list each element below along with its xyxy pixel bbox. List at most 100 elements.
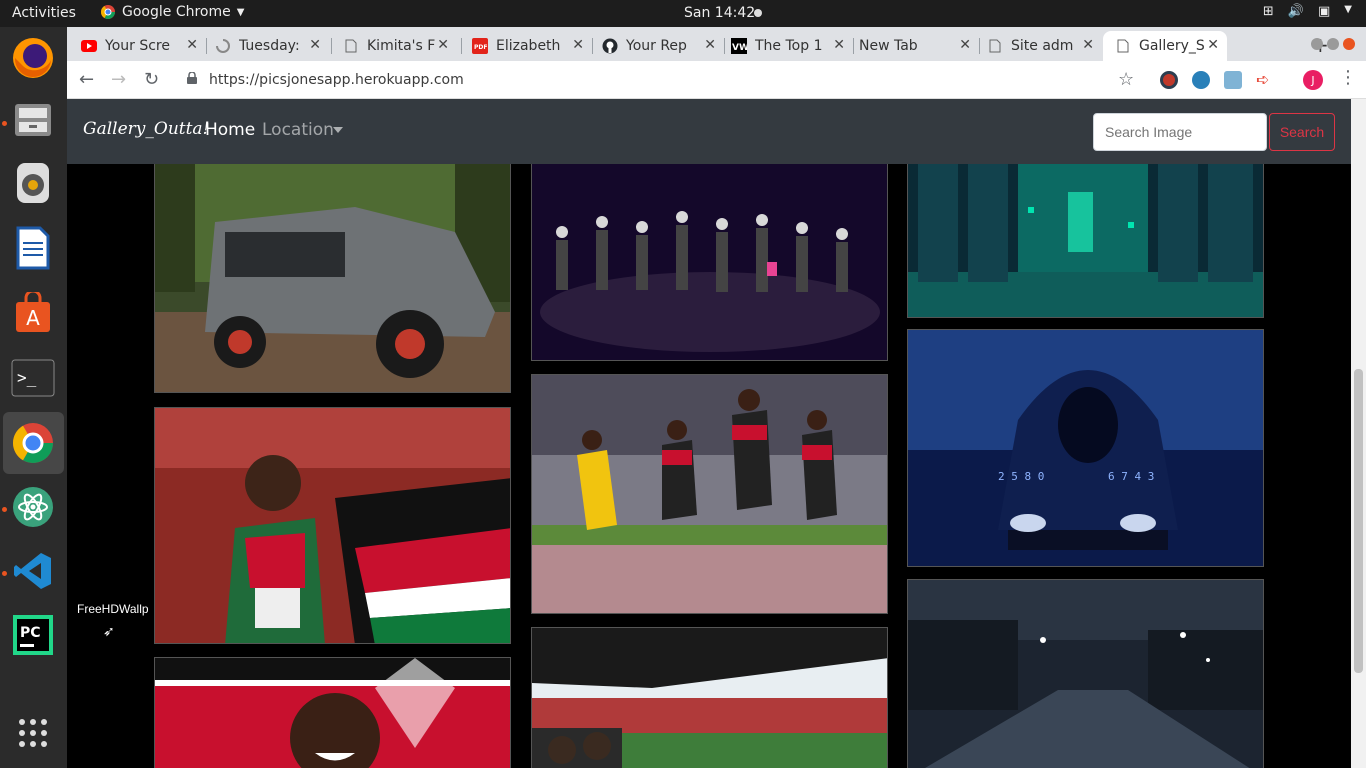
network-icon: ⊞ bbox=[1262, 4, 1274, 19]
clock[interactable]: San 14:42 bbox=[684, 5, 755, 21]
back-icon[interactable]: ← bbox=[79, 69, 94, 90]
address-bar[interactable]: https://picsjonesapp.herokuapp.com bbox=[209, 72, 464, 88]
tab[interactable]: New Tab ✕ bbox=[859, 31, 979, 61]
athlete-flag-photo bbox=[155, 408, 510, 643]
zoom-extension-icon[interactable] bbox=[1192, 71, 1210, 89]
github-icon bbox=[602, 38, 618, 54]
gallery-image-card[interactable] bbox=[154, 657, 511, 768]
page-icon bbox=[1115, 38, 1131, 54]
svg-text:6 7 4 3: 6 7 4 3 bbox=[1108, 470, 1154, 483]
tab-divider bbox=[724, 38, 725, 54]
close-icon[interactable]: ✕ bbox=[833, 37, 845, 53]
battery-icon: ▣ bbox=[1318, 4, 1331, 19]
youtube-icon bbox=[81, 38, 97, 54]
nav-location-dropdown[interactable]: Location bbox=[262, 120, 334, 140]
files-icon[interactable] bbox=[10, 97, 56, 143]
firefox-icon[interactable] bbox=[10, 35, 56, 81]
tab-divider bbox=[853, 38, 854, 54]
close-icon[interactable]: ✕ bbox=[1082, 37, 1094, 53]
tab[interactable]: Your Scre ✕ bbox=[81, 31, 206, 61]
gallery-image-card[interactable]: 2 5 8 0 6 7 4 3 bbox=[907, 329, 1264, 567]
tab-title: Your Rep bbox=[626, 38, 687, 54]
app-menu-label: Google Chrome bbox=[122, 4, 231, 20]
gallery-image-card[interactable] bbox=[907, 579, 1264, 768]
close-icon[interactable]: ✕ bbox=[186, 37, 198, 53]
extension-icon[interactable] bbox=[1160, 71, 1178, 89]
tab[interactable]: Your Rep ✕ bbox=[602, 31, 724, 61]
writer-icon[interactable] bbox=[10, 225, 56, 271]
site-navbar: Gallery_Outta! Home Location Search bbox=[67, 99, 1351, 164]
search-input[interactable] bbox=[1093, 113, 1267, 151]
app-menu[interactable]: Google Chrome ▼ bbox=[100, 4, 244, 20]
gallery-image-card[interactable] bbox=[154, 161, 511, 393]
svg-text:2 5 8 0: 2 5 8 0 bbox=[998, 470, 1044, 483]
tab[interactable]: PDF Elizabeth ✕ bbox=[472, 31, 592, 61]
close-icon[interactable]: ✕ bbox=[309, 37, 321, 53]
system-tray[interactable]: ⊞ 🔊 ▣ ▼ bbox=[1263, 4, 1352, 19]
svg-text:PC: PC bbox=[20, 625, 41, 641]
lock-icon[interactable] bbox=[187, 72, 197, 84]
tab-active[interactable]: Gallery_S ✕ bbox=[1103, 31, 1227, 61]
gallery-image-card[interactable] bbox=[154, 407, 511, 644]
atom-icon[interactable] bbox=[10, 484, 56, 530]
site-brand[interactable]: Gallery_Outta! bbox=[83, 119, 209, 139]
software-center-icon[interactable]: A bbox=[10, 290, 56, 336]
avatar[interactable]: J bbox=[1303, 70, 1323, 90]
tab[interactable]: Site adm ✕ bbox=[987, 31, 1102, 61]
svg-text:VW: VW bbox=[732, 43, 747, 53]
tab-title: Kimita's F bbox=[367, 38, 435, 54]
close-icon[interactable]: ✕ bbox=[704, 37, 716, 53]
avatar-initial: J bbox=[1311, 73, 1315, 87]
screenshot-extension-icon[interactable] bbox=[1224, 71, 1242, 89]
chevron-down-icon: ▼ bbox=[1344, 4, 1352, 15]
dancers-photo bbox=[532, 162, 887, 360]
gallery-image-card[interactable] bbox=[531, 374, 888, 614]
forward-icon[interactable]: → bbox=[111, 69, 126, 90]
close-icon[interactable]: ✕ bbox=[572, 37, 584, 53]
tab-divider bbox=[979, 38, 980, 54]
pdf-icon: PDF bbox=[472, 38, 488, 54]
page-icon bbox=[343, 38, 359, 54]
chrome-dock-icon[interactable] bbox=[10, 420, 56, 466]
tab-title: Gallery_S bbox=[1139, 38, 1205, 54]
gallery-image-card[interactable] bbox=[531, 161, 888, 361]
menu-icon[interactable]: ⋮ bbox=[1339, 67, 1357, 88]
system-top-bar: Activities Google Chrome ▼ San 14:42 ⊞ 🔊… bbox=[0, 0, 1366, 27]
page-scrollbar[interactable] bbox=[1351, 99, 1366, 768]
search-button[interactable]: Search bbox=[1269, 113, 1335, 151]
minimize-button[interactable] bbox=[1311, 38, 1323, 50]
close-icon[interactable]: ✕ bbox=[1207, 37, 1219, 53]
tab-title: The Top 1 bbox=[755, 38, 823, 54]
close-window-button[interactable] bbox=[1343, 38, 1355, 50]
terminal-icon[interactable]: >_ bbox=[10, 355, 56, 401]
tab-strip: Your Scre ✕ Tuesday: ✕ Kimita's F ✕ PDF … bbox=[67, 27, 1366, 61]
tab-divider bbox=[206, 38, 207, 54]
reload-icon[interactable]: ↻ bbox=[144, 69, 159, 90]
tab[interactable]: Kimita's F ✕ bbox=[343, 31, 457, 61]
notification-dot-icon bbox=[754, 9, 762, 17]
smiling-man-photo bbox=[155, 658, 510, 768]
cast-extension-icon[interactable]: ➪ bbox=[1256, 71, 1274, 89]
tab[interactable]: VW The Top 1 ✕ bbox=[731, 31, 853, 61]
nav-home-link[interactable]: Home bbox=[205, 120, 255, 140]
close-icon[interactable]: ✕ bbox=[959, 37, 971, 53]
maximize-button[interactable] bbox=[1327, 38, 1339, 50]
vscode-icon[interactable] bbox=[10, 548, 56, 594]
gallery-image-card[interactable] bbox=[531, 627, 888, 768]
gallery-image-card[interactable] bbox=[907, 161, 1264, 318]
tab-title: New Tab bbox=[859, 38, 918, 54]
scrollbar-thumb[interactable] bbox=[1354, 369, 1363, 673]
pycharm-icon[interactable]: PC bbox=[10, 612, 56, 658]
rhythmbox-icon[interactable] bbox=[10, 160, 56, 206]
close-icon[interactable]: ✕ bbox=[437, 37, 449, 53]
running-indicator bbox=[2, 121, 7, 126]
tab-divider bbox=[461, 38, 462, 54]
show-apps-icon[interactable] bbox=[10, 710, 56, 756]
activities-button[interactable]: Activities bbox=[12, 5, 76, 21]
night-street-photo bbox=[908, 580, 1263, 768]
svg-text:A: A bbox=[26, 306, 40, 330]
tab-title: Tuesday: bbox=[239, 38, 300, 54]
bookmark-star-icon[interactable]: ☆ bbox=[1118, 69, 1134, 90]
tab[interactable]: Tuesday: ✕ bbox=[215, 31, 329, 61]
tab-divider bbox=[331, 38, 332, 54]
